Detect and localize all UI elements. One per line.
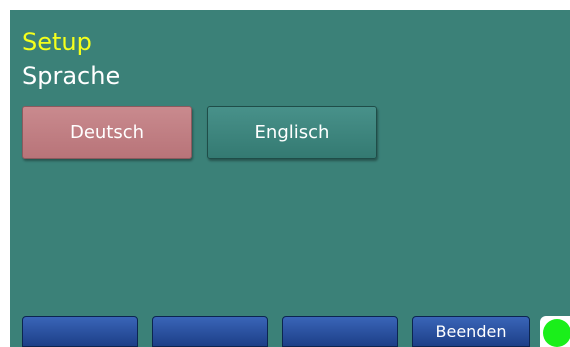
language-button-label: Englisch: [254, 122, 330, 143]
online-dot-icon: [543, 319, 570, 347]
footer-button-2[interactable]: [152, 316, 268, 347]
footer-button-1[interactable]: [22, 316, 138, 347]
language-button-englisch[interactable]: Englisch: [207, 106, 377, 159]
page-subtitle: Sprache: [22, 62, 121, 90]
status-indicator: [540, 316, 570, 347]
language-button-deutsch[interactable]: Deutsch: [22, 106, 192, 159]
language-button-label: Deutsch: [69, 122, 145, 143]
exit-button[interactable]: Beenden: [412, 316, 530, 347]
page-title: Setup: [22, 28, 92, 56]
footer-button-3[interactable]: [282, 316, 398, 347]
setup-screen: Setup Sprache Deutsch Englisch Beenden: [10, 10, 570, 347]
